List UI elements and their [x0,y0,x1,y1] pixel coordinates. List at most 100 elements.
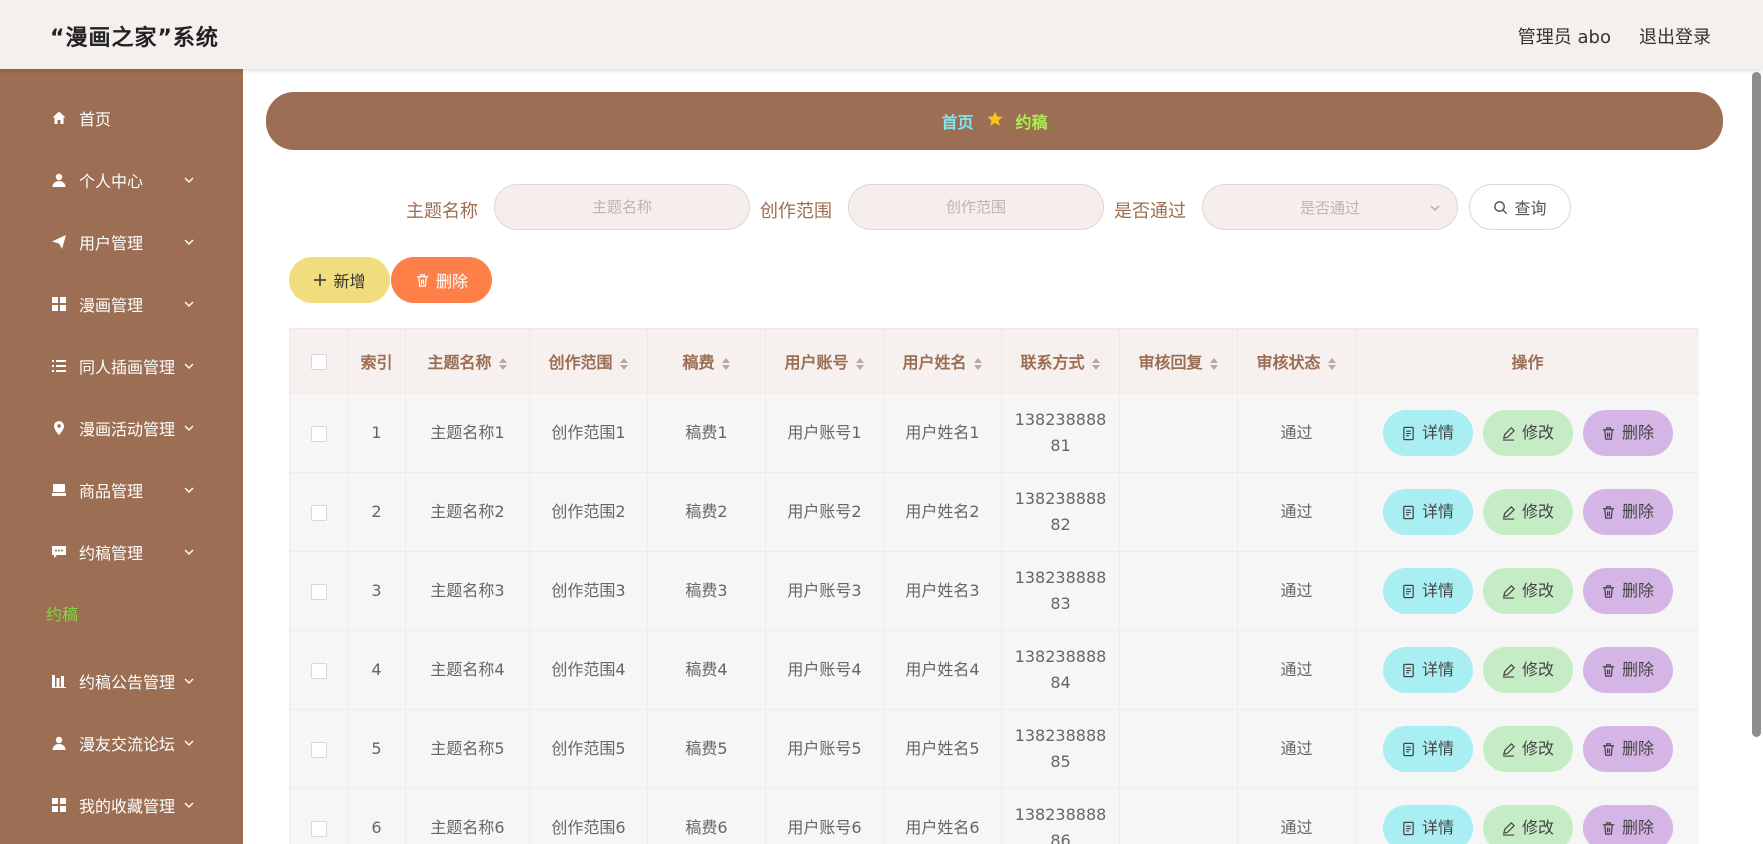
header-contact[interactable]: 联系方式 [1001,328,1120,394]
theme-name-input[interactable] [494,184,750,230]
sort-icon[interactable] [1327,357,1337,371]
chevron-down-icon [1430,205,1440,212]
row-delete-button[interactable]: 删除 [1582,726,1673,772]
header-scope[interactable]: 创作范围 [529,328,648,394]
row-checkbox[interactable] [310,820,327,837]
edit-button[interactable]: 修改 [1482,647,1573,693]
query-button[interactable]: 查询 [1469,184,1571,230]
data-table: 索引 主题名称 创作范围 稿费 用户账号 用户姓名 联系方式 审核回复 审核状态… [289,328,1699,844]
detail-button[interactable]: 详情 [1382,489,1473,535]
edit-button[interactable]: 修改 [1482,410,1573,456]
table-header-row: 索引 主题名称 创作范围 稿费 用户账号 用户姓名 联系方式 审核回复 审核状态… [289,328,1699,394]
sort-icon[interactable] [498,357,508,371]
sort-icon[interactable] [973,357,983,371]
row-delete-button[interactable]: 删除 [1582,489,1673,535]
current-user[interactable]: 管理员 abo [1518,23,1611,49]
cell-scope: 创作范围6 [529,788,648,844]
cell-reply [1119,630,1238,710]
page-scrollbar[interactable] [1749,69,1763,844]
sidebar-item-7[interactable]: 约稿管理 [0,532,243,572]
edit-button[interactable]: 修改 [1482,805,1573,844]
detail-button[interactable]: 详情 [1382,647,1473,693]
header-name[interactable]: 用户姓名 [883,328,1002,394]
sidebar-item-8[interactable]: 约稿公告管理 [0,661,243,701]
cell-actions: 详情 修改 删除 [1355,393,1699,473]
row-checkbox[interactable] [310,425,327,442]
logout-link[interactable]: 退出登录 [1639,23,1711,49]
breadcrumb-current: 约稿 [1015,113,1048,132]
sidebar-item-4[interactable]: 同人插画管理 [0,346,243,386]
cell-index: 2 [347,472,406,552]
row-select-cell [289,630,348,710]
row-checkbox[interactable] [310,504,327,521]
header-fee[interactable]: 稿费 [647,328,766,394]
sidebar-item-3[interactable]: 漫画管理 [0,284,243,324]
header-account[interactable]: 用户账号 [765,328,884,394]
data-table-container: 索引 主题名称 创作范围 稿费 用户账号 用户姓名 联系方式 审核回复 审核状态… [289,328,1699,844]
cell-actions: 详情 修改 删除 [1355,551,1699,631]
detail-label: 详情 [1421,502,1454,521]
sidebar-subitem-active[interactable]: 约稿 [46,601,78,625]
header-theme[interactable]: 主题名称 [405,328,530,394]
batch-delete-label: 删除 [435,272,468,291]
batch-delete-button[interactable]: 删除 [391,257,492,303]
scrollbar-thumb[interactable] [1752,72,1761,737]
scope-label: 创作范围 [760,201,832,222]
row-delete-label: 删除 [1621,739,1654,758]
edit-button[interactable]: 修改 [1482,568,1573,614]
document-icon [1403,821,1414,835]
sidebar-item-5[interactable]: 漫画活动管理 [0,408,243,448]
select-all-cell [289,328,348,394]
edit-button[interactable]: 修改 [1482,489,1573,535]
sidebar-item-6[interactable]: 商品管理 [0,470,243,510]
detail-button[interactable]: 详情 [1382,410,1473,456]
cell-theme: 主题名称2 [405,472,530,552]
add-button[interactable]: 新增 [289,257,390,303]
row-delete-button[interactable]: 删除 [1582,410,1673,456]
sort-icon[interactable] [855,357,865,371]
detail-button[interactable]: 详情 [1382,568,1473,614]
sort-icon[interactable] [721,357,731,371]
table-row: 2 主题名称2 创作范围2 稿费2 用户账号2 用户姓名2 13823888882 通过 详情 修… [289,472,1699,552]
sidebar-item-9[interactable]: 漫友交流论坛 [0,723,243,763]
edit-button[interactable]: 修改 [1482,726,1573,772]
cell-theme: 主题名称5 [405,709,530,789]
row-select-cell [289,788,348,844]
row-delete-button[interactable]: 删除 [1582,647,1673,693]
header-status[interactable]: 审核状态 [1237,328,1356,394]
sidebar-item-label: 漫画管理 [79,296,144,315]
detail-label: 详情 [1421,818,1454,837]
star-icon [986,110,1004,132]
row-checkbox[interactable] [310,583,327,600]
select-all-checkbox[interactable] [310,354,327,370]
sidebar-item-0[interactable]: 首页 [0,98,243,138]
row-delete-button[interactable]: 删除 [1582,805,1673,844]
chevron-down-icon [184,678,194,684]
cell-name: 用户姓名6 [883,788,1002,844]
cell-status: 通过 [1237,788,1356,844]
breadcrumb-home[interactable]: 首页 [941,109,973,133]
sort-icon[interactable] [619,357,629,371]
detail-button[interactable]: 详情 [1382,805,1473,844]
sidebar-item-10[interactable]: 我的收藏管理 [0,785,243,825]
row-checkbox[interactable] [310,741,327,758]
chevron-down-icon [184,549,194,555]
user-icon [51,735,67,751]
cell-scope: 创作范围4 [529,630,648,710]
row-select-cell [289,472,348,552]
document-icon [1403,742,1414,756]
row-delete-button[interactable]: 删除 [1582,568,1673,614]
row-checkbox[interactable] [310,662,327,679]
trash-icon [1602,426,1615,440]
cell-theme: 主题名称1 [405,393,530,473]
header-reply[interactable]: 审核回复 [1119,328,1238,394]
chevron-down-icon [184,425,194,431]
scope-input[interactable] [848,184,1104,230]
cell-status: 通过 [1237,630,1356,710]
contact-value: 13823888885 [1014,726,1107,771]
detail-button[interactable]: 详情 [1382,726,1473,772]
pass-select[interactable]: 是否通过 [1202,184,1458,230]
sort-icon[interactable] [1091,357,1101,371]
contact-value: 13823888881 [1014,410,1107,455]
sort-icon[interactable] [1209,357,1219,371]
